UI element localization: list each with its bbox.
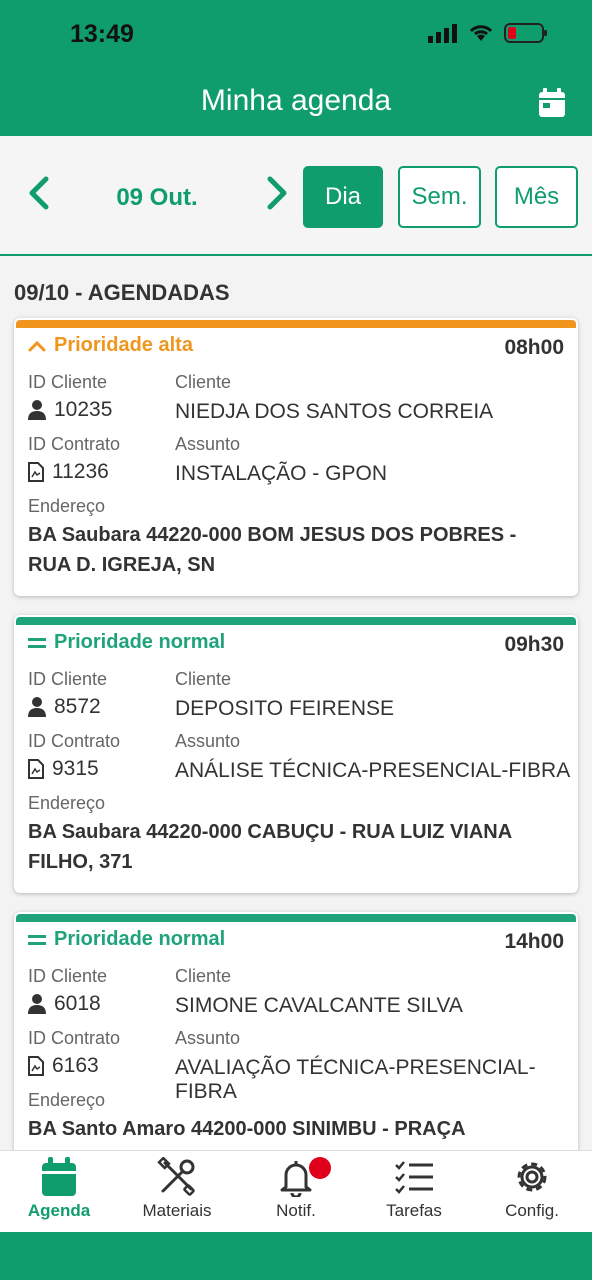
client-label: Cliente	[175, 669, 232, 689]
appointment-time: 08h00	[504, 336, 564, 359]
address-value: BA Saubara 44220-000 BOM JESUS DOS POBRE…	[28, 524, 517, 576]
priority-text: Prioridade normal	[54, 631, 226, 653]
client-name: NIEDJA DOS SANTOS CORREIA	[175, 400, 494, 423]
appointment-card[interactable]: Prioridade normal 09h30 ID Cliente Clien…	[14, 615, 578, 893]
subject-value: AVALIAÇÃO TÉCNICA-PRESENCIAL-FIBRA	[175, 1056, 536, 1103]
tab-label: Config.	[505, 1201, 559, 1220]
appointment-card[interactable]: Prioridade alta 08h00 ID Cliente Cliente…	[14, 318, 578, 596]
equals-icon	[28, 934, 46, 945]
client-id-label: ID Cliente	[28, 372, 108, 392]
chevron-right-icon[interactable]	[262, 176, 292, 210]
user-icon	[28, 994, 46, 1014]
user-icon	[28, 697, 46, 717]
document-icon	[28, 462, 44, 482]
agenda-list: 09/10 - AGENDADAS Prioridade alta 08h00 …	[0, 258, 592, 1150]
contract-id-label: ID Contrato	[28, 1028, 121, 1048]
priority-bar	[16, 320, 576, 328]
contract-id-value: 9315	[28, 757, 99, 781]
client-id-value: 8572	[28, 695, 101, 719]
bottom-tab-bar: Agenda Materiais Notif. Tarefas Config.	[0, 1150, 592, 1232]
chevron-left-icon[interactable]	[24, 176, 54, 210]
address-value: BA Santo Amaro 44200-000 SINIMBU - PRAÇA	[28, 1118, 466, 1140]
subject-value: INSTALAÇÃO - GPON	[175, 462, 387, 485]
contract-id-label: ID Contrato	[28, 434, 121, 454]
client-label: Cliente	[175, 372, 232, 392]
priority-text: Prioridade alta	[54, 334, 193, 356]
client-id-label: ID Cliente	[28, 966, 108, 986]
contract-id-label: ID Contrato	[28, 731, 121, 751]
view-day-button[interactable]: Dia	[303, 166, 383, 228]
priority-label: Prioridade normal	[28, 631, 225, 654]
client-name: DEPOSITO FEIRENSE	[175, 697, 394, 720]
contract-id-value: 6163	[28, 1054, 99, 1078]
subject-label: Assunto	[175, 731, 241, 751]
document-icon	[28, 1056, 44, 1076]
tools-icon	[157, 1157, 195, 1196]
checklist-icon	[395, 1161, 433, 1194]
gear-icon	[517, 1162, 547, 1192]
calendar-icon[interactable]	[538, 88, 566, 118]
tab-tarefas[interactable]: Tarefas	[355, 1157, 473, 1231]
page-title: Minha agenda	[200, 84, 392, 117]
battery-icon	[504, 23, 547, 43]
view-week-button[interactable]: Sem.	[398, 166, 481, 228]
status-time: 13:49	[70, 20, 134, 48]
subject-label: Assunto	[175, 434, 241, 454]
client-name: SIMONE CAVALCANTE SILVA	[175, 994, 463, 1017]
priority-bar	[16, 914, 576, 922]
app-header: Minha agenda	[0, 68, 592, 136]
client-id-text: 8572	[54, 695, 101, 718]
calendar-icon	[42, 1157, 76, 1196]
status-bar: 13:49	[0, 0, 592, 68]
subject-label: Assunto	[175, 1028, 241, 1048]
appointment-time: 09h30	[504, 633, 564, 656]
chevron-up-icon	[28, 340, 46, 351]
address-label: Endereço	[28, 793, 106, 813]
signal-icon	[428, 24, 457, 43]
status-icons	[428, 22, 548, 44]
client-id-value: 6018	[28, 992, 101, 1016]
date-toolbar: 09 Out. Dia Sem. Mês	[0, 136, 592, 256]
view-month-button[interactable]: Mês	[495, 166, 578, 228]
document-icon	[28, 759, 44, 779]
address-value: BA Saubara 44220-000 CABUÇU - RUA LUIZ V…	[28, 821, 512, 873]
priority-bar	[16, 617, 576, 625]
notification-badge	[309, 1157, 331, 1179]
contract-id-text: 11236	[52, 460, 109, 483]
subject-value: ANÁLISE TÉCNICA-PRESENCIAL-FIBRA	[175, 759, 571, 782]
priority-label: Prioridade alta	[28, 334, 193, 357]
address-label: Endereço	[28, 496, 106, 516]
section-title: 09/10 - AGENDADAS	[14, 280, 230, 305]
client-label: Cliente	[175, 966, 232, 986]
appointment-card[interactable]: Prioridade normal 14h00 ID Cliente Clien…	[14, 912, 578, 1150]
tab-label: Notif.	[276, 1201, 316, 1220]
address-label: Endereço	[28, 1090, 106, 1110]
contract-id-text: 9315	[52, 757, 99, 780]
equals-icon	[28, 637, 46, 648]
user-icon	[28, 400, 46, 420]
contract-id-text: 6163	[52, 1054, 99, 1077]
tab-label: Materiais	[142, 1201, 212, 1220]
client-id-label: ID Cliente	[28, 669, 108, 689]
tab-config[interactable]: Config.	[473, 1157, 591, 1231]
client-id-value: 10235	[28, 398, 112, 422]
appointment-time: 14h00	[504, 930, 564, 953]
current-date: 09 Out.	[116, 184, 198, 211]
tab-label: Agenda	[27, 1201, 91, 1220]
priority-label: Prioridade normal	[28, 928, 225, 951]
tab-label: Tarefas	[386, 1201, 442, 1220]
system-navigation-bar	[0, 1232, 592, 1280]
client-id-text: 6018	[54, 992, 101, 1015]
priority-text: Prioridade normal	[54, 928, 226, 950]
contract-id-value: 11236	[28, 460, 109, 484]
tab-materiais[interactable]: Materiais	[118, 1157, 236, 1231]
tab-agenda[interactable]: Agenda	[0, 1157, 118, 1231]
wifi-icon	[469, 25, 493, 41]
tab-notif[interactable]: Notif.	[237, 1157, 355, 1231]
client-id-text: 10235	[54, 398, 113, 421]
